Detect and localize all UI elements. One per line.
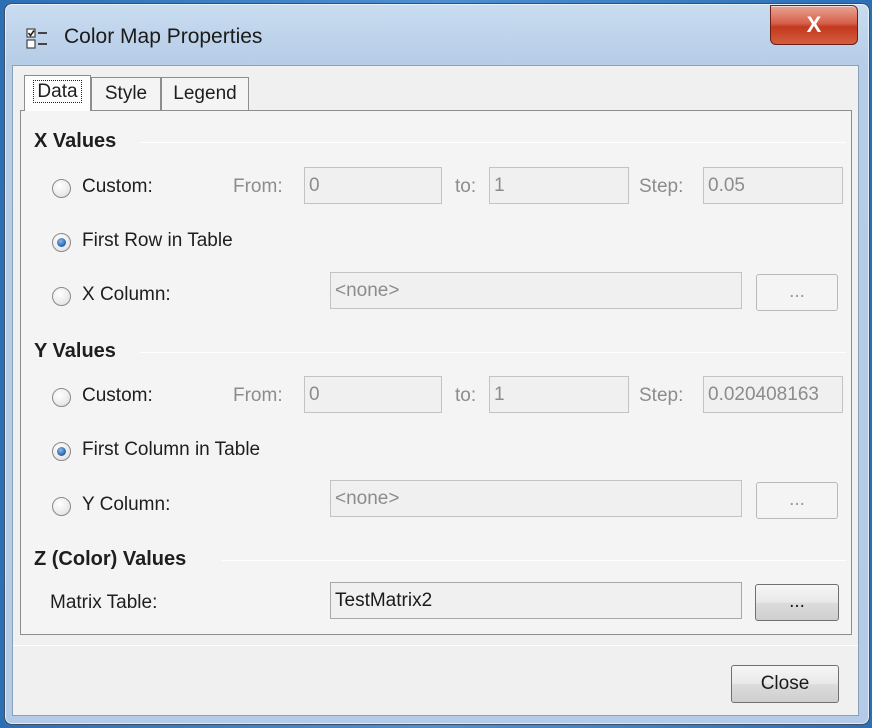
x-to-input[interactable]: 1 xyxy=(489,167,629,204)
y-first-column-radio[interactable] xyxy=(52,442,71,461)
tab-data[interactable]: Data xyxy=(24,75,91,111)
section-divider xyxy=(222,560,846,561)
properties-icon xyxy=(26,28,48,50)
y-column-browse-button[interactable]: ... xyxy=(756,482,838,519)
x-from-input[interactable]: 0 xyxy=(304,167,442,204)
window-title: Color Map Properties xyxy=(64,25,263,48)
tab-style-label: Style xyxy=(104,83,148,104)
y-column-radio[interactable] xyxy=(52,497,71,516)
y-to-label: to: xyxy=(455,385,477,406)
x-first-row-radio[interactable] xyxy=(52,233,71,252)
matrix-table-field[interactable]: TestMatrix2 xyxy=(330,582,742,619)
section-divider xyxy=(140,352,846,353)
x-custom-radio[interactable] xyxy=(52,179,71,198)
matrix-table-label: Matrix Table: xyxy=(50,592,158,613)
y-from-label: From: xyxy=(233,385,283,406)
window-close-button[interactable]: X xyxy=(770,5,858,45)
y-to-input[interactable]: 1 xyxy=(489,376,629,413)
y-column-label: Y Column: xyxy=(82,494,171,515)
x-first-row-label: First Row in Table xyxy=(82,230,233,251)
x-column-select[interactable]: <none> xyxy=(330,272,742,309)
section-title-z-values: Z (Color) Values xyxy=(34,548,187,570)
x-step-label: Step: xyxy=(639,176,684,197)
y-from-input[interactable]: 0 xyxy=(304,376,442,413)
x-column-radio[interactable] xyxy=(52,287,71,306)
y-column-select[interactable]: <none> xyxy=(330,480,742,517)
footer-divider xyxy=(13,645,858,646)
x-custom-label: Custom: xyxy=(82,176,153,197)
y-custom-label: Custom: xyxy=(82,385,153,406)
x-column-browse-button[interactable]: ... xyxy=(756,274,838,311)
tab-data-label: Data xyxy=(33,80,82,103)
tab-legend[interactable]: Legend xyxy=(161,77,249,111)
close-button[interactable]: Close xyxy=(731,665,839,703)
y-step-label: Step: xyxy=(639,385,684,406)
x-from-label: From: xyxy=(233,176,283,197)
y-first-column-label: First Column in Table xyxy=(82,439,261,460)
section-divider xyxy=(140,142,846,143)
tab-style[interactable]: Style xyxy=(91,77,161,111)
x-column-label: X Column: xyxy=(82,284,171,305)
section-title-y-values: Y Values xyxy=(34,340,116,362)
section-title-x-values: X Values xyxy=(34,130,117,152)
y-custom-radio[interactable] xyxy=(52,388,71,407)
tab-legend-label: Legend xyxy=(173,83,237,104)
x-to-label: to: xyxy=(455,176,477,197)
matrix-table-browse-button[interactable]: ... xyxy=(755,584,839,621)
y-step-input[interactable]: 0.020408163 xyxy=(703,376,843,413)
x-step-input[interactable]: 0.05 xyxy=(703,167,843,204)
